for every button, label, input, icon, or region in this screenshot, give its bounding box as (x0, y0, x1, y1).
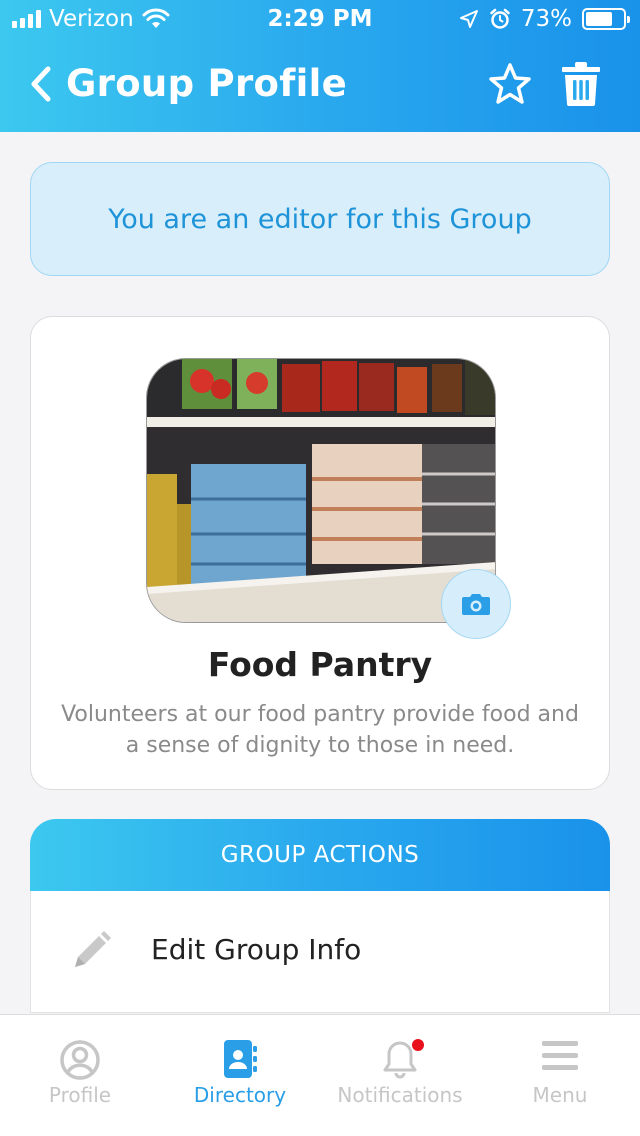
camera-icon (462, 594, 490, 615)
battery-icon (582, 8, 630, 30)
notification-badge (412, 1039, 424, 1051)
tab-directory[interactable]: Directory (160, 1015, 320, 1136)
group-photo (146, 358, 496, 623)
group-description: Volunteers at our food pantry provide fo… (61, 702, 579, 758)
header-actions (488, 62, 600, 106)
address-book-icon (160, 1039, 320, 1079)
battery-percent: 73% (520, 6, 572, 32)
tab-menu-label: Menu (532, 1083, 588, 1107)
status-bar: Verizon 2:29 PM 73% (0, 0, 640, 40)
tab-menu[interactable]: Menu (480, 1015, 640, 1136)
food-pantry-shelves-image (147, 359, 495, 622)
tab-directory-label: Directory (193, 1083, 287, 1107)
favorite-button[interactable] (488, 62, 532, 106)
group-name: Food Pantry (207, 645, 433, 684)
trash-icon (562, 62, 600, 106)
location-arrow-icon (459, 10, 478, 28)
bell-icon (320, 1039, 480, 1079)
edit-group-info-label: Edit Group Info (151, 933, 362, 966)
app-header: Verizon 2:29 PM 73% Group Profile (0, 0, 640, 132)
edit-group-info-button[interactable]: Edit Group Info (30, 891, 610, 1013)
back-button[interactable]: Group Profile (30, 62, 347, 105)
editor-banner: You are an editor for this Group (30, 162, 610, 276)
tab-bar: Profile Directory Notifications Menu (0, 1014, 640, 1136)
alarm-clock-icon (490, 8, 510, 29)
group-profile-card: Food Pantry Volunteers at our food pantr… (30, 316, 610, 790)
tab-profile-label: Profile (48, 1083, 112, 1107)
delete-button[interactable] (562, 62, 600, 106)
chevron-left-icon (31, 66, 51, 101)
status-right: 73% (459, 6, 630, 32)
group-actions-header: GROUP ACTIONS (30, 819, 610, 891)
user-circle-icon (0, 1039, 160, 1081)
tab-notifications-label: Notifications (337, 1083, 463, 1107)
tab-notifications[interactable]: Notifications (320, 1015, 480, 1136)
hamburger-menu-icon (480, 1039, 640, 1073)
star-icon (489, 63, 531, 104)
tab-profile[interactable]: Profile (0, 1015, 160, 1136)
pencil-icon (69, 929, 113, 977)
page-title: Group Profile (66, 62, 347, 105)
change-photo-button[interactable] (441, 569, 511, 639)
